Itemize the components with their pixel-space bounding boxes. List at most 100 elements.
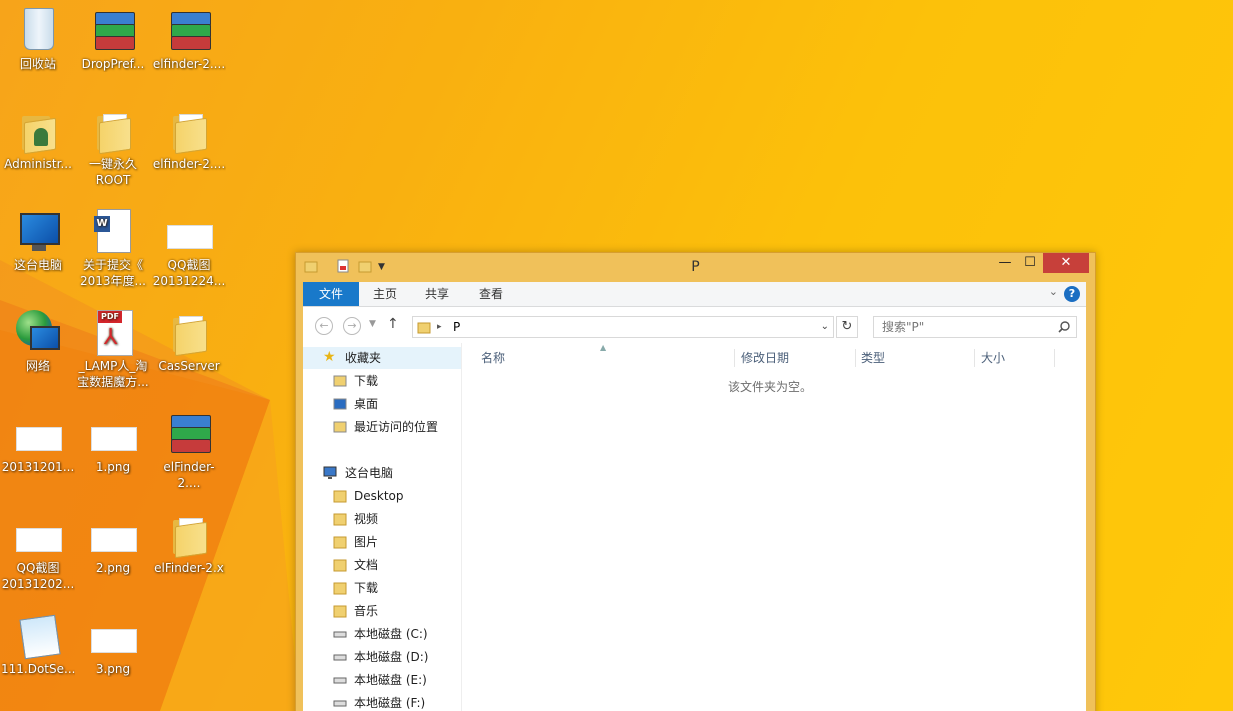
column-date-modified[interactable]: 修改日期 <box>741 343 789 373</box>
desktop-icon[interactable]: 1.png <box>76 409 150 475</box>
desktop-icon[interactable]: 这台电脑 <box>1 207 75 273</box>
column-divider[interactable] <box>1054 349 1055 367</box>
tab-file[interactable]: 文件 <box>303 282 359 306</box>
desktop-icon-image <box>165 207 213 255</box>
nav-favorite-item[interactable]: 桌面 <box>303 393 461 415</box>
desktop-icon-image <box>165 409 213 457</box>
nav-pc-item[interactable]: 图片 <box>303 531 461 553</box>
desktop-icon-label: DropPref... <box>81 57 145 71</box>
nav-pc-item[interactable]: 文档 <box>303 554 461 576</box>
address-path[interactable]: P <box>453 317 460 337</box>
nav-pc-item[interactable]: 本地磁盘 (F:) <box>303 692 461 711</box>
desktop-icon-image <box>14 510 62 558</box>
desktop-icon[interactable]: 2.png <box>76 510 150 576</box>
desktop-icon-label: 一键永久 ROOT <box>88 157 137 187</box>
search-icon[interactable] <box>1058 321 1070 333</box>
forward-button[interactable]: → <box>343 317 361 335</box>
nav-pc-item[interactable]: Desktop <box>303 485 461 507</box>
nav-pc-item[interactable]: 音乐 <box>303 600 461 622</box>
desktop-icon[interactable]: elFinder-2.x <box>152 510 226 576</box>
column-type[interactable]: 类型 <box>861 343 885 373</box>
refresh-button[interactable]: ↻ <box>836 316 858 338</box>
word-document-icon: W <box>94 209 131 253</box>
desktop-icon-image <box>89 510 137 558</box>
nav-favorite-item[interactable]: 下载 <box>303 370 461 392</box>
download-folder-icon <box>333 375 347 387</box>
help-icon[interactable]: ? <box>1064 286 1080 302</box>
column-divider[interactable] <box>974 349 975 367</box>
folder-icon <box>333 536 347 549</box>
search-box[interactable]: 搜索"P" <box>873 316 1077 338</box>
minimize-button[interactable]: — <box>993 253 1017 273</box>
desktop-icon[interactable]: 3.png <box>76 611 150 677</box>
desktop-icon-label: elFinder-2.... <box>163 460 215 490</box>
explorer-body: ★ 收藏夹 下载 桌面 最近访问的位置 这台电脑 Desktop 视频 图片 文档 下载 音乐… <box>303 343 1086 711</box>
tab-share[interactable]: 共享 <box>411 282 463 306</box>
column-divider[interactable] <box>855 349 856 367</box>
desktop-icon[interactable]: PDF ⅄ _LAMP人_淘 宝数据魔方... <box>76 308 150 390</box>
desktop-icon-label: 2.png <box>95 561 131 575</box>
desktop-icon[interactable]: 20131201... <box>1 409 75 475</box>
desktop-icon-label: 这台电脑 <box>13 258 62 272</box>
title-bar[interactable]: ▼ P — ☐ ✕ <box>296 253 1095 281</box>
desktop-icon[interactable]: elfinder-2.... <box>152 106 226 172</box>
nav-favorites[interactable]: ★ 收藏夹 <box>303 347 461 369</box>
address-bar[interactable]: ▸ P ⌄ <box>412 316 834 338</box>
nav-pc-item[interactable]: 视频 <box>303 508 461 530</box>
address-dropdown-icon[interactable]: ⌄ <box>821 317 829 337</box>
column-divider[interactable] <box>734 349 735 367</box>
image-thumbnail-icon <box>91 528 137 552</box>
desktop-icon[interactable]: 网络 <box>1 308 75 374</box>
archive-icon <box>171 413 211 453</box>
desktop-icon-label: _LAMP人_淘 宝数据魔方... <box>77 359 149 389</box>
nav-favorite-item[interactable]: 最近访问的位置 <box>303 416 461 438</box>
close-button[interactable]: ✕ <box>1043 253 1089 273</box>
tab-view[interactable]: 查看 <box>463 282 519 306</box>
desktop-icon[interactable]: Administr... <box>1 106 75 172</box>
nav-pc-item[interactable]: 本地磁盘 (C:) <box>303 623 461 645</box>
desktop-icon-image <box>89 6 137 54</box>
desktop-icon[interactable]: CasServer <box>152 308 226 374</box>
nav-pc-label: 本地磁盘 (F:) <box>354 696 426 710</box>
tab-home[interactable]: 主页 <box>359 282 411 306</box>
desktop-icon-label: 20131201... <box>1 460 75 474</box>
nav-pc-item[interactable]: 本地磁盘 (E:) <box>303 669 461 691</box>
desktop-icon[interactable]: QQ截图 20131202... <box>1 510 75 592</box>
nav-pc-label: 下载 <box>354 581 379 595</box>
desktop-folder-icon <box>333 398 347 410</box>
notepad-icon <box>19 614 61 660</box>
desktop-icon-label: 网络 <box>25 359 50 373</box>
back-button[interactable]: ← <box>315 317 333 335</box>
nav-pc-item[interactable]: 下载 <box>303 577 461 599</box>
desktop-icon-label: elfinder-2.... <box>152 57 226 71</box>
user-folder-icon <box>22 114 56 155</box>
nav-this-pc[interactable]: 这台电脑 <box>303 462 461 484</box>
drive-icon <box>333 654 347 661</box>
drive-icon <box>333 700 347 707</box>
folder-icon <box>173 114 207 155</box>
desktop-icon[interactable]: 111.DotSe... <box>1 611 75 677</box>
desktop-icon[interactable]: W 关于提交《 2013年度... <box>76 207 150 289</box>
desktop-icon[interactable]: elFinder-2.... <box>152 409 226 491</box>
up-button[interactable]: ↑ <box>387 316 399 332</box>
recent-locations-icon[interactable]: ▼ <box>369 319 376 329</box>
desktop-icon[interactable]: elfinder-2.... <box>152 6 226 72</box>
maximize-button[interactable]: ☐ <box>1018 253 1042 273</box>
explorer-window: ▼ P — ☐ ✕ 文件 主页 共享 查看 ⌄ ? ← → ▼ ↑ ▸ P ⌄ … <box>295 252 1096 711</box>
desktop-icon[interactable]: 回收站 <box>1 6 75 72</box>
desktop-icon-image <box>89 409 137 457</box>
desktop-icon[interactable]: 一键永久 ROOT <box>76 106 150 188</box>
column-size[interactable]: 大小 <box>981 343 1005 373</box>
expand-ribbon-icon[interactable]: ⌄ <box>1049 285 1058 298</box>
column-name[interactable]: 名称 <box>481 343 505 373</box>
desktop-icon[interactable]: DropPref... <box>76 6 150 72</box>
desktop-icon-image <box>14 6 62 54</box>
drive-icon <box>333 677 347 684</box>
folder-icon <box>333 605 347 618</box>
desktop-icon-image <box>14 106 62 155</box>
nav-pc-item[interactable]: 本地磁盘 (D:) <box>303 646 461 668</box>
desktop-icon[interactable]: QQ截图 20131224... <box>152 207 226 289</box>
nav-pc-label: 视频 <box>354 512 379 526</box>
desktop-icon-image <box>14 409 62 457</box>
address-separator-icon[interactable]: ▸ <box>437 317 442 337</box>
